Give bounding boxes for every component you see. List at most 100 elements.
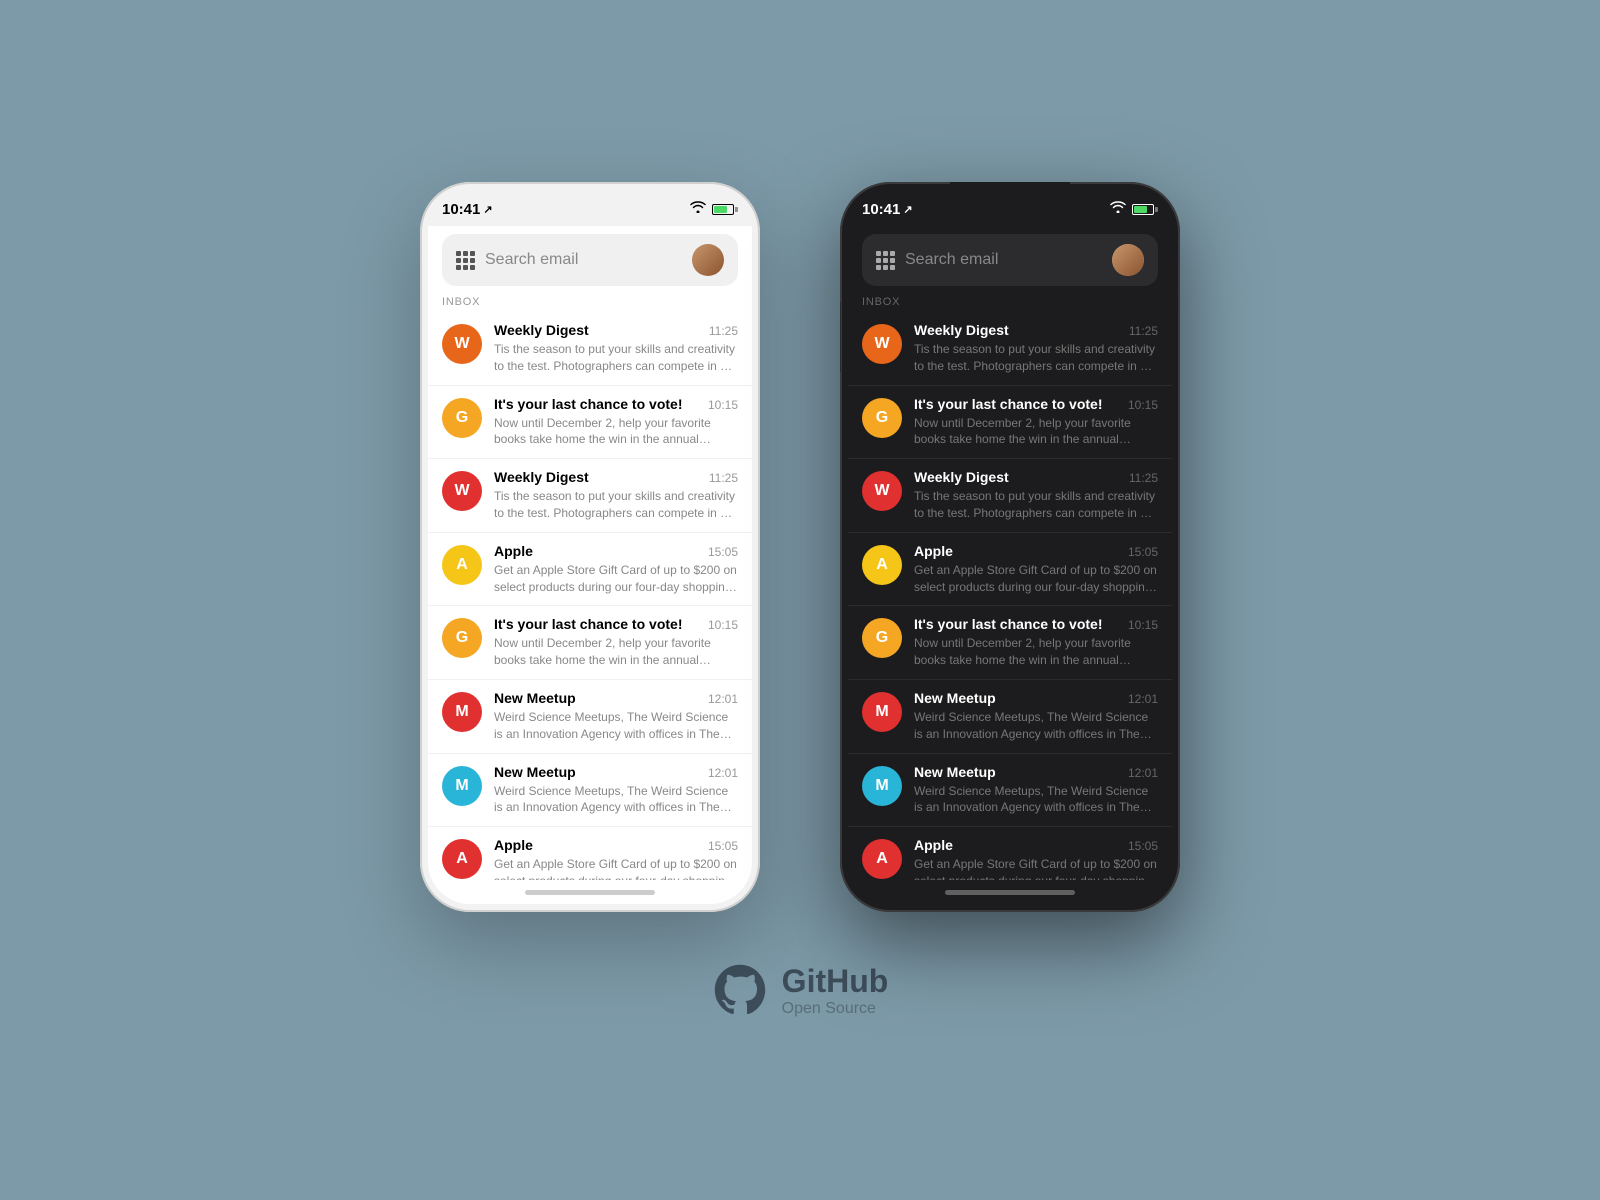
- email-content: New Meetup 12:01 Weird Science Meetups, …: [494, 764, 738, 817]
- email-sender: Apple: [494, 837, 533, 853]
- dark-phone-notch: [950, 182, 1070, 210]
- email-sender: Weekly Digest: [914, 322, 1009, 338]
- light-search-bar[interactable]: Search email: [442, 234, 738, 286]
- email-content: It's your last chance to vote! 10:15 Now…: [494, 396, 738, 449]
- light-email-list: W Weekly Digest 11:25 Tis the season to …: [428, 312, 752, 880]
- email-item[interactable]: M New Meetup 12:01 Weird Science Meetups…: [428, 754, 752, 828]
- email-sender: Weekly Digest: [914, 469, 1009, 485]
- email-time: 12:01: [1128, 692, 1158, 706]
- email-content: Weekly Digest 11:25 Tis the season to pu…: [494, 322, 738, 375]
- email-time: 15:05: [1128, 839, 1158, 853]
- email-time: 10:15: [708, 398, 738, 412]
- light-status-bar: 10:41 ↗: [420, 182, 760, 226]
- email-time: 11:25: [1129, 471, 1158, 485]
- github-sub: Open Source: [782, 1000, 889, 1018]
- email-sender: New Meetup: [494, 764, 576, 780]
- email-item[interactable]: M New Meetup 12:01 Weird Science Meetups…: [848, 680, 1172, 754]
- github-logo-icon: [712, 962, 768, 1018]
- email-header: Weekly Digest 11:25: [494, 322, 738, 338]
- email-sender: New Meetup: [914, 764, 996, 780]
- email-avatar: W: [862, 324, 902, 364]
- email-avatar: W: [442, 471, 482, 511]
- email-sender: New Meetup: [494, 690, 576, 706]
- email-preview: Tis the season to put your skills and cr…: [494, 488, 738, 522]
- email-preview: Weird Science Meetups, The Weird Science…: [914, 783, 1158, 817]
- dark-screen: Search email INBOX W Weekly Digest 11:25…: [848, 226, 1172, 904]
- email-sender: It's your last chance to vote!: [494, 616, 683, 632]
- email-item[interactable]: M New Meetup 12:01 Weird Science Meetups…: [428, 680, 752, 754]
- email-item[interactable]: A Apple 15:05 Get an Apple Store Gift Ca…: [848, 533, 1172, 607]
- email-item[interactable]: G It's your last chance to vote! 10:15 N…: [428, 606, 752, 680]
- email-time: 11:25: [709, 324, 738, 338]
- dark-home-bar: [945, 890, 1075, 895]
- email-content: Weekly Digest 11:25 Tis the season to pu…: [494, 469, 738, 522]
- email-content: Weekly Digest 11:25 Tis the season to pu…: [914, 322, 1158, 375]
- search-placeholder[interactable]: Search email: [485, 251, 682, 269]
- email-sender: It's your last chance to vote!: [914, 616, 1103, 632]
- email-time: 10:15: [1128, 398, 1158, 412]
- email-header: Apple 15:05: [914, 543, 1158, 559]
- email-item[interactable]: W Weekly Digest 11:25 Tis the season to …: [848, 459, 1172, 533]
- grid-icon[interactable]: [456, 251, 475, 270]
- email-item[interactable]: G It's your last chance to vote! 10:15 N…: [848, 386, 1172, 460]
- email-header: New Meetup 12:01: [494, 690, 738, 706]
- email-item[interactable]: G It's your last chance to vote! 10:15 N…: [848, 606, 1172, 680]
- user-avatar-light[interactable]: [692, 244, 724, 276]
- email-time: 10:15: [708, 618, 738, 632]
- dark-search-placeholder[interactable]: Search email: [905, 251, 1102, 269]
- email-item[interactable]: A Apple 15:05 Get an Apple Store Gift Ca…: [428, 827, 752, 880]
- email-item[interactable]: W Weekly Digest 11:25 Tis the season to …: [428, 459, 752, 533]
- location-arrow-icon: ↗: [483, 203, 492, 216]
- email-preview: Get an Apple Store Gift Card of up to $2…: [914, 562, 1158, 596]
- dark-location-arrow-icon: ↗: [903, 203, 912, 216]
- email-sender: Weekly Digest: [494, 469, 589, 485]
- wifi-icon: [690, 200, 706, 218]
- dark-phone: 10:41 ↗: [840, 182, 1180, 912]
- email-content: New Meetup 12:01 Weird Science Meetups, …: [914, 690, 1158, 743]
- email-time: 12:01: [708, 766, 738, 780]
- email-avatar: M: [442, 692, 482, 732]
- email-avatar: A: [862, 839, 902, 879]
- github-text-group: GitHub Open Source: [782, 963, 889, 1018]
- email-avatar: A: [442, 545, 482, 585]
- dark-home-indicator: [848, 880, 1172, 904]
- email-preview: Now until December 2, help your favorite…: [914, 415, 1158, 449]
- email-header: It's your last chance to vote! 10:15: [494, 396, 738, 412]
- dark-search-bar[interactable]: Search email: [862, 234, 1158, 286]
- email-content: Weekly Digest 11:25 Tis the season to pu…: [914, 469, 1158, 522]
- email-content: Apple 15:05 Get an Apple Store Gift Card…: [494, 543, 738, 596]
- email-avatar: G: [442, 398, 482, 438]
- dark-battery-icon: [1132, 204, 1158, 215]
- email-item[interactable]: A Apple 15:05 Get an Apple Store Gift Ca…: [428, 533, 752, 607]
- email-sender: It's your last chance to vote!: [914, 396, 1103, 412]
- dark-grid-icon[interactable]: [876, 251, 895, 270]
- email-content: It's your last chance to vote! 10:15 Now…: [914, 396, 1158, 449]
- email-item[interactable]: A Apple 15:05 Get an Apple Store Gift Ca…: [848, 827, 1172, 880]
- email-header: Apple 15:05: [494, 543, 738, 559]
- email-sender: New Meetup: [914, 690, 996, 706]
- email-sender: Apple: [914, 543, 953, 559]
- email-time: 15:05: [708, 839, 738, 853]
- user-avatar-dark[interactable]: [1112, 244, 1144, 276]
- email-header: Weekly Digest 11:25: [914, 469, 1158, 485]
- email-avatar: M: [862, 692, 902, 732]
- light-inbox-label: INBOX: [428, 292, 752, 312]
- email-item[interactable]: W Weekly Digest 11:25 Tis the season to …: [848, 312, 1172, 386]
- email-content: Apple 15:05 Get an Apple Store Gift Card…: [914, 543, 1158, 596]
- email-preview: Weird Science Meetups, The Weird Science…: [494, 709, 738, 743]
- email-item[interactable]: G It's your last chance to vote! 10:15 N…: [428, 386, 752, 460]
- email-preview: Tis the season to put your skills and cr…: [494, 341, 738, 375]
- light-status-icons: [690, 200, 738, 218]
- email-preview: Get an Apple Store Gift Card of up to $2…: [494, 856, 738, 880]
- email-preview: Now until December 2, help your favorite…: [494, 635, 738, 669]
- email-header: It's your last chance to vote! 10:15: [914, 616, 1158, 632]
- email-item[interactable]: W Weekly Digest 11:25 Tis the season to …: [428, 312, 752, 386]
- email-item[interactable]: M New Meetup 12:01 Weird Science Meetups…: [848, 754, 1172, 828]
- email-avatar: W: [442, 324, 482, 364]
- email-time: 12:01: [708, 692, 738, 706]
- email-preview: Get an Apple Store Gift Card of up to $2…: [914, 856, 1158, 880]
- email-preview: Weird Science Meetups, The Weird Science…: [914, 709, 1158, 743]
- light-phone: 10:41 ↗: [420, 182, 760, 912]
- email-sender: It's your last chance to vote!: [494, 396, 683, 412]
- email-time: 15:05: [708, 545, 738, 559]
